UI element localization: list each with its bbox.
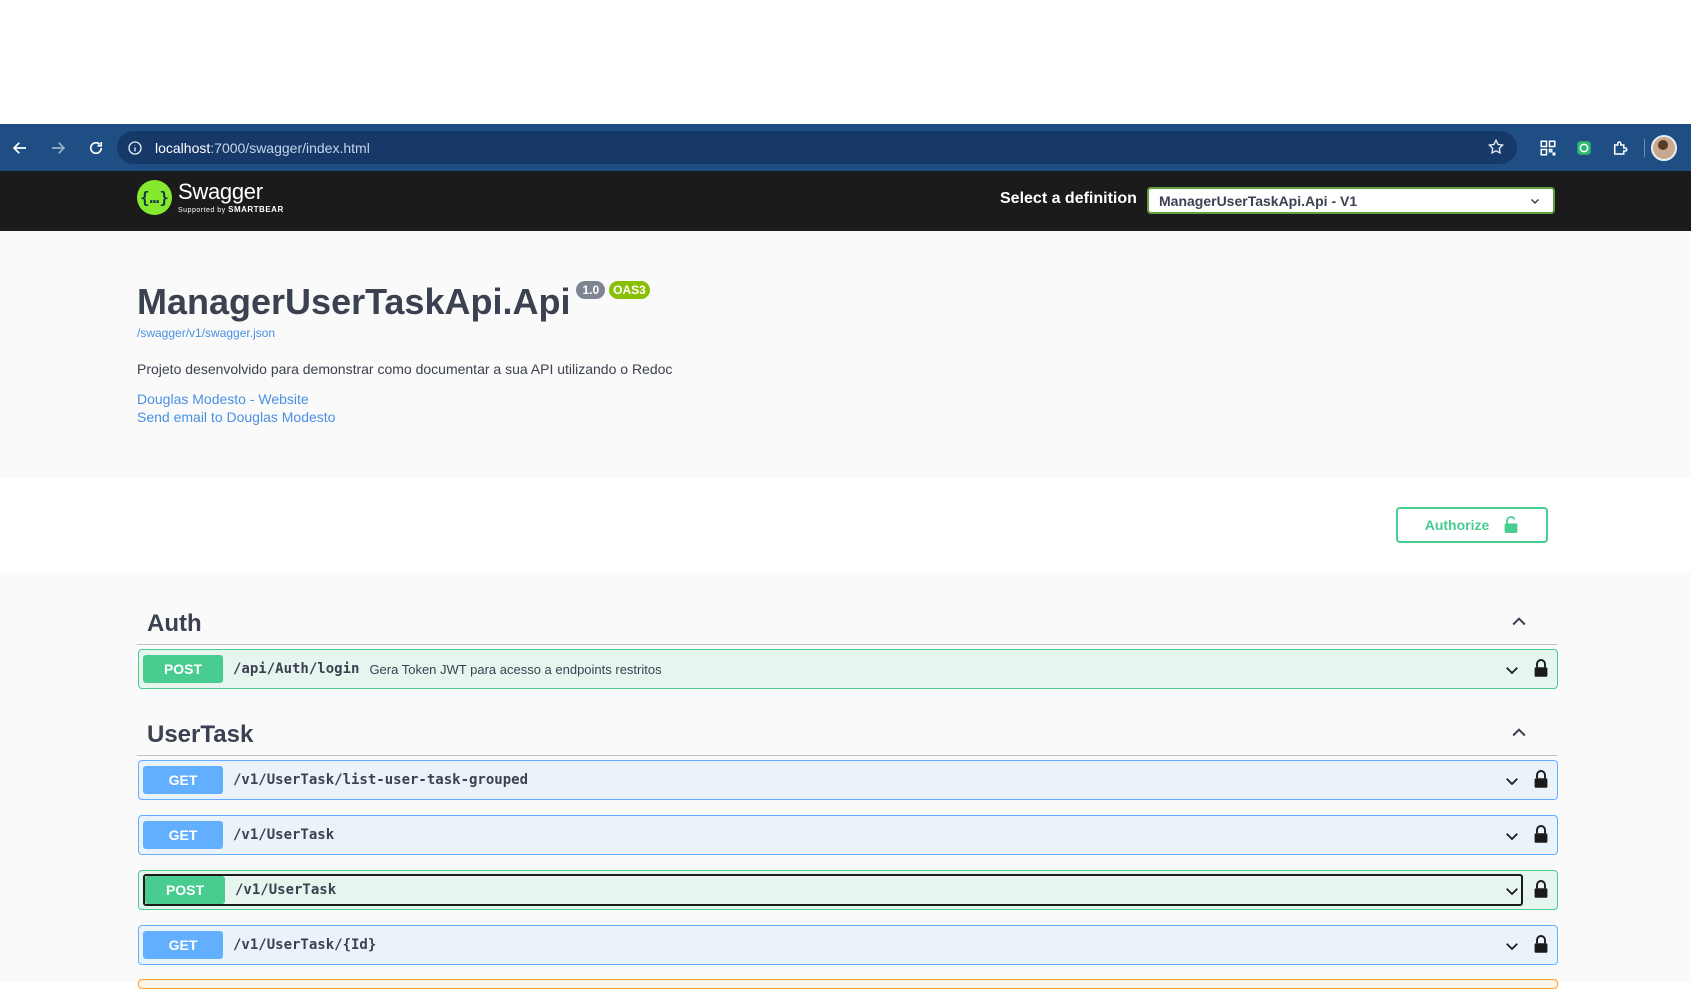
definition-select[interactable]: ManagerUserTaskApi.Api - V1 bbox=[1147, 187, 1555, 214]
lock-icon[interactable] bbox=[1533, 769, 1549, 789]
operation-path: /v1/UserTask bbox=[233, 827, 335, 843]
tag-header-auth[interactable]: Auth bbox=[137, 600, 1557, 645]
arrow-right-icon bbox=[52, 141, 66, 154]
blank-area bbox=[0, 0, 1691, 124]
scheme-container: Authorize bbox=[0, 477, 1691, 573]
extensions-button[interactable] bbox=[1602, 130, 1638, 166]
api-title-text: ManagerUserTaskApi.Api bbox=[137, 281, 571, 322]
forward-button[interactable] bbox=[40, 130, 76, 166]
opblock-partial-next[interactable] bbox=[138, 979, 1558, 989]
extensions-area bbox=[1530, 124, 1691, 171]
chevron-down-icon[interactable] bbox=[1503, 882, 1521, 900]
opblock-post-auth-login[interactable]: POST /api/Auth/login Gera Token JWT para… bbox=[138, 649, 1558, 689]
opblock-summary[interactable]: GET /v1/UserTask bbox=[143, 820, 1553, 850]
authorize-label: Authorize bbox=[1424, 517, 1490, 533]
swagger-logo-icon: {…} bbox=[137, 180, 172, 215]
url-host: localhost bbox=[155, 139, 211, 156]
chevron-down-icon[interactable] bbox=[1503, 661, 1521, 679]
opblock-summary[interactable]: POST /v1/UserTask bbox=[143, 874, 1523, 906]
contact-email-link[interactable]: Send email to Douglas Modesto bbox=[137, 409, 335, 425]
unlocked-icon bbox=[1504, 516, 1518, 533]
select-definition-label: Select a definition bbox=[1000, 190, 1137, 207]
logo-smartbear: SMARTBEAR bbox=[228, 205, 284, 214]
logo-title: Swagger bbox=[178, 179, 263, 204]
operation-path: /api/Auth/login bbox=[233, 661, 360, 677]
opblock-post-usertask[interactable]: POST /v1/UserTask bbox=[138, 870, 1558, 910]
logo-subtitle: Supported by SMARTBEAR bbox=[178, 205, 284, 215]
toolbar-divider bbox=[1644, 138, 1645, 157]
extension-shield-icon bbox=[1577, 140, 1591, 155]
qr-code-icon bbox=[1540, 140, 1556, 155]
method-badge: GET bbox=[143, 931, 223, 959]
swagger-logo-text: Swagger Supported by SMARTBEAR bbox=[178, 179, 284, 215]
api-title: ManagerUserTaskApi.Api 1.0 OAS3 bbox=[137, 281, 650, 323]
site-info-icon[interactable] bbox=[127, 140, 143, 156]
oas-badge: OAS3 bbox=[609, 281, 650, 299]
qr-extension-button[interactable] bbox=[1530, 130, 1566, 166]
contact-website-link[interactable]: Douglas Modesto - Website bbox=[137, 391, 309, 407]
chevron-down-icon[interactable] bbox=[1503, 827, 1521, 845]
url-path: :7000/swagger/index.html bbox=[210, 139, 370, 156]
operation-summary: Gera Token JWT para acesso a endpoints r… bbox=[369, 661, 662, 677]
swagger-logo[interactable]: {…} Swagger Supported by SMARTBEAR bbox=[137, 180, 284, 215]
spec-url-link[interactable]: /swagger/v1/swagger.json bbox=[137, 326, 275, 340]
bookmark-star-icon[interactable] bbox=[1487, 138, 1505, 156]
opblock-summary[interactable]: GET /v1/UserTask/{Id} bbox=[143, 930, 1553, 960]
operation-path: /v1/UserTask/{Id} bbox=[233, 937, 377, 953]
definition-select-value: ManagerUserTaskApi.Api - V1 bbox=[1159, 192, 1358, 209]
puzzle-icon bbox=[1614, 140, 1628, 155]
method-badge: GET bbox=[143, 821, 223, 849]
lock-icon[interactable] bbox=[1533, 934, 1549, 954]
opblock-get-usertask-id[interactable]: GET /v1/UserTask/{Id} bbox=[138, 925, 1558, 965]
opblock-summary[interactable]: POST /api/Auth/login Gera Token JWT para… bbox=[143, 654, 1553, 684]
opblock-get-list-user-task-grouped[interactable]: GET /v1/UserTask/list-user-task-grouped bbox=[138, 760, 1558, 800]
method-badge: GET bbox=[143, 766, 223, 794]
operation-path: /v1/UserTask bbox=[235, 882, 337, 898]
arrow-left-icon bbox=[12, 141, 26, 154]
address-bar[interactable]: localhost:7000/swagger/index.html bbox=[117, 131, 1517, 164]
api-info: ManagerUserTaskApi.Api 1.0 OAS3 /swagger… bbox=[0, 231, 1691, 477]
chevron-down-icon[interactable] bbox=[1503, 772, 1521, 790]
chevron-up-icon[interactable] bbox=[1509, 612, 1529, 632]
chevron-down-icon[interactable] bbox=[1503, 937, 1521, 955]
chevron-down-icon bbox=[1530, 198, 1540, 205]
url-text[interactable]: localhost:7000/swagger/index.html bbox=[155, 140, 370, 156]
logo-supported-by: Supported by bbox=[178, 207, 226, 214]
operation-path: /v1/UserTask/list-user-task-grouped bbox=[233, 772, 529, 788]
reload-button[interactable] bbox=[78, 130, 114, 166]
lock-icon[interactable] bbox=[1533, 879, 1549, 899]
lock-icon[interactable] bbox=[1533, 658, 1549, 678]
version-badge: 1.0 bbox=[576, 281, 606, 299]
reload-icon bbox=[89, 141, 103, 154]
swagger-topbar: {…} Swagger Supported by SMARTBEAR Selec… bbox=[0, 171, 1691, 231]
tag-header-usertask[interactable]: UserTask bbox=[137, 711, 1557, 756]
tag-name: UserTask bbox=[147, 721, 254, 748]
method-badge: POST bbox=[145, 876, 225, 904]
back-button[interactable] bbox=[2, 130, 38, 166]
chevron-up-icon[interactable] bbox=[1509, 723, 1529, 743]
tag-name: Auth bbox=[147, 610, 202, 637]
lock-icon[interactable] bbox=[1533, 824, 1549, 844]
method-badge: POST bbox=[143, 655, 223, 683]
authorize-button[interactable]: Authorize bbox=[1396, 507, 1548, 543]
browser-toolbar: localhost:7000/swagger/index.html bbox=[0, 124, 1691, 171]
green-extension-button[interactable] bbox=[1566, 130, 1602, 166]
opblock-get-usertask[interactable]: GET /v1/UserTask bbox=[138, 815, 1558, 855]
profile-avatar[interactable] bbox=[1651, 134, 1677, 161]
opblock-summary[interactable]: GET /v1/UserTask/list-user-task-grouped bbox=[143, 765, 1553, 795]
api-description: Projeto desenvolvido para demonstrar com… bbox=[137, 361, 673, 377]
